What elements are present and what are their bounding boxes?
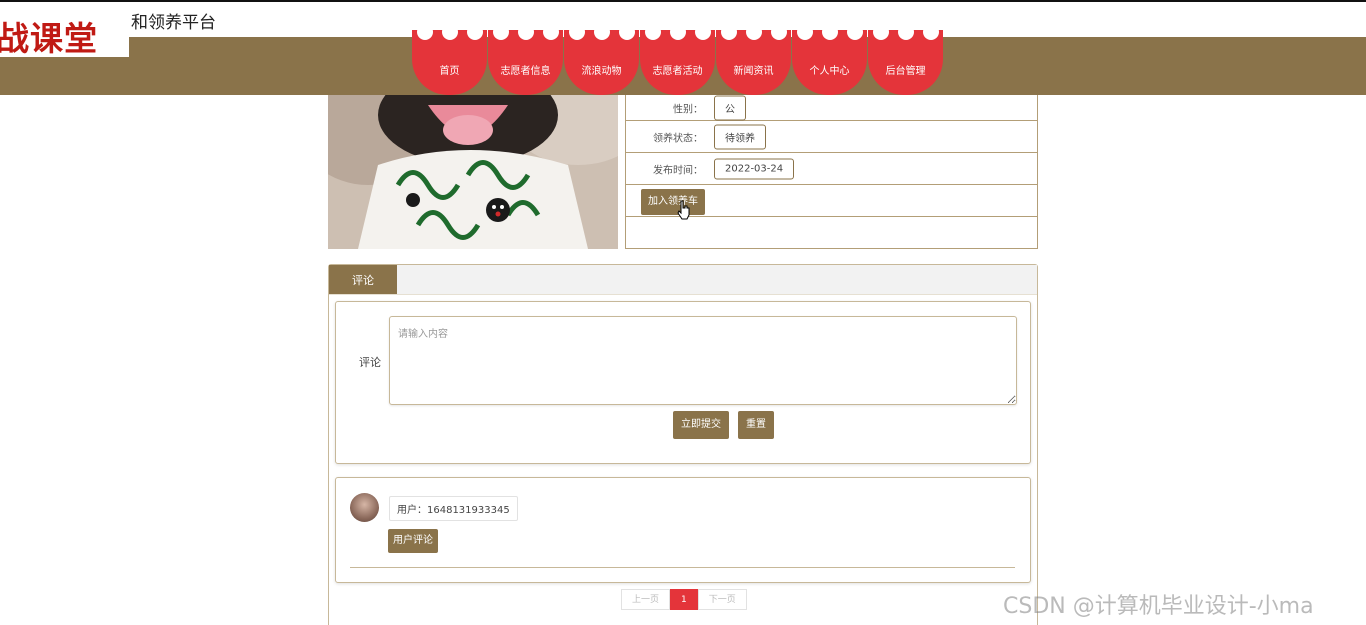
nav-item-label: 个人中心 <box>809 65 850 77</box>
avatar <box>350 493 379 522</box>
comment-input[interactable] <box>389 316 1017 405</box>
nav-item-label: 首页 <box>439 65 460 77</box>
gender-label: 性别： <box>673 104 703 115</box>
nav-item-label: 志愿者信息 <box>500 65 551 77</box>
pet-photo-illustration <box>328 95 618 249</box>
page: 战课堂 和领养平台 首页 志愿者信息 流浪动物 志愿者活动 新闻资讯 个人中心 <box>0 0 1366 625</box>
comment-user: 用户：1648131933345 <box>389 496 518 521</box>
nav-item-label: 新闻资讯 <box>733 65 774 77</box>
main-nav: 首页 志愿者信息 流浪动物 志愿者活动 新闻资讯 个人中心 后台管理 <box>412 30 943 95</box>
scallop-decoration <box>716 30 791 40</box>
comment-panel: 评论 评论 立即提交 重置 用户：1648131933345 用户评论 上一页 … <box>328 264 1038 625</box>
nav-item-label: 志愿者活动 <box>652 65 703 77</box>
current-page-button[interactable]: 1 <box>670 589 698 610</box>
comment-form: 评论 立即提交 重置 <box>335 301 1031 464</box>
pet-photo <box>328 95 618 249</box>
watermark: CSDN @计算机毕业设计-小ma <box>1003 594 1314 619</box>
hand-cursor-icon <box>677 200 690 220</box>
tab-comments[interactable]: 评论 <box>329 265 397 294</box>
logo-text: 战课堂 <box>0 19 98 58</box>
gender-value: 公 <box>714 95 746 120</box>
top-border <box>0 0 1366 2</box>
comment-field-label: 评论 <box>359 356 381 369</box>
nav-item-home[interactable]: 首页 <box>412 30 487 95</box>
info-row-adoption-status: 领养状态： 待领养 <box>626 121 1037 153</box>
pet-info-table: 性别： 公 领养状态： 待领养 发布时间： 2022-03-24 加入领养车 <box>625 95 1038 249</box>
site-title: 和领养平台 <box>131 13 216 33</box>
divider <box>350 567 1015 568</box>
comment-content: 用户评论 <box>388 529 438 553</box>
nav-item-personal-center[interactable]: 个人中心 <box>792 30 867 95</box>
pagination: 上一页 1 下一页 <box>621 589 747 610</box>
nav-item-label: 流浪动物 <box>581 65 622 77</box>
adoption-status-label: 领养状态： <box>653 133 703 144</box>
next-page-button[interactable]: 下一页 <box>697 589 747 610</box>
comment-list-item: 用户：1648131933345 用户评论 <box>335 477 1031 583</box>
scallop-decoration <box>488 30 563 40</box>
site-logo[interactable]: 战课堂 <box>0 2 129 58</box>
nav-item-stray-animals[interactable]: 流浪动物 <box>564 30 639 95</box>
adoption-status-value: 待领养 <box>714 124 766 149</box>
scallop-decoration <box>868 30 943 40</box>
info-row-gender: 性别： 公 <box>626 95 1037 121</box>
nav-item-volunteer-activities[interactable]: 志愿者活动 <box>640 30 715 95</box>
scallop-decoration <box>640 30 715 40</box>
prev-page-button[interactable]: 上一页 <box>621 589 671 610</box>
nav-item-admin[interactable]: 后台管理 <box>868 30 943 95</box>
nav-item-volunteer-info[interactable]: 志愿者信息 <box>488 30 563 95</box>
scallop-decoration <box>412 30 487 40</box>
reset-button[interactable]: 重置 <box>738 411 774 439</box>
scallop-decoration <box>792 30 867 40</box>
nav-item-news[interactable]: 新闻资讯 <box>716 30 791 95</box>
publish-time-value: 2022-03-24 <box>714 158 795 179</box>
submit-button[interactable]: 立即提交 <box>673 411 729 439</box>
tab-bar: 评论 <box>329 265 1037 295</box>
scallop-decoration <box>564 30 639 40</box>
publish-time-label: 发布时间： <box>653 165 703 176</box>
info-row-publish-time: 发布时间： 2022-03-24 <box>626 153 1037 185</box>
nav-item-label: 后台管理 <box>885 65 926 77</box>
add-to-adoption-cart-button[interactable]: 加入领养车 <box>641 189 705 215</box>
